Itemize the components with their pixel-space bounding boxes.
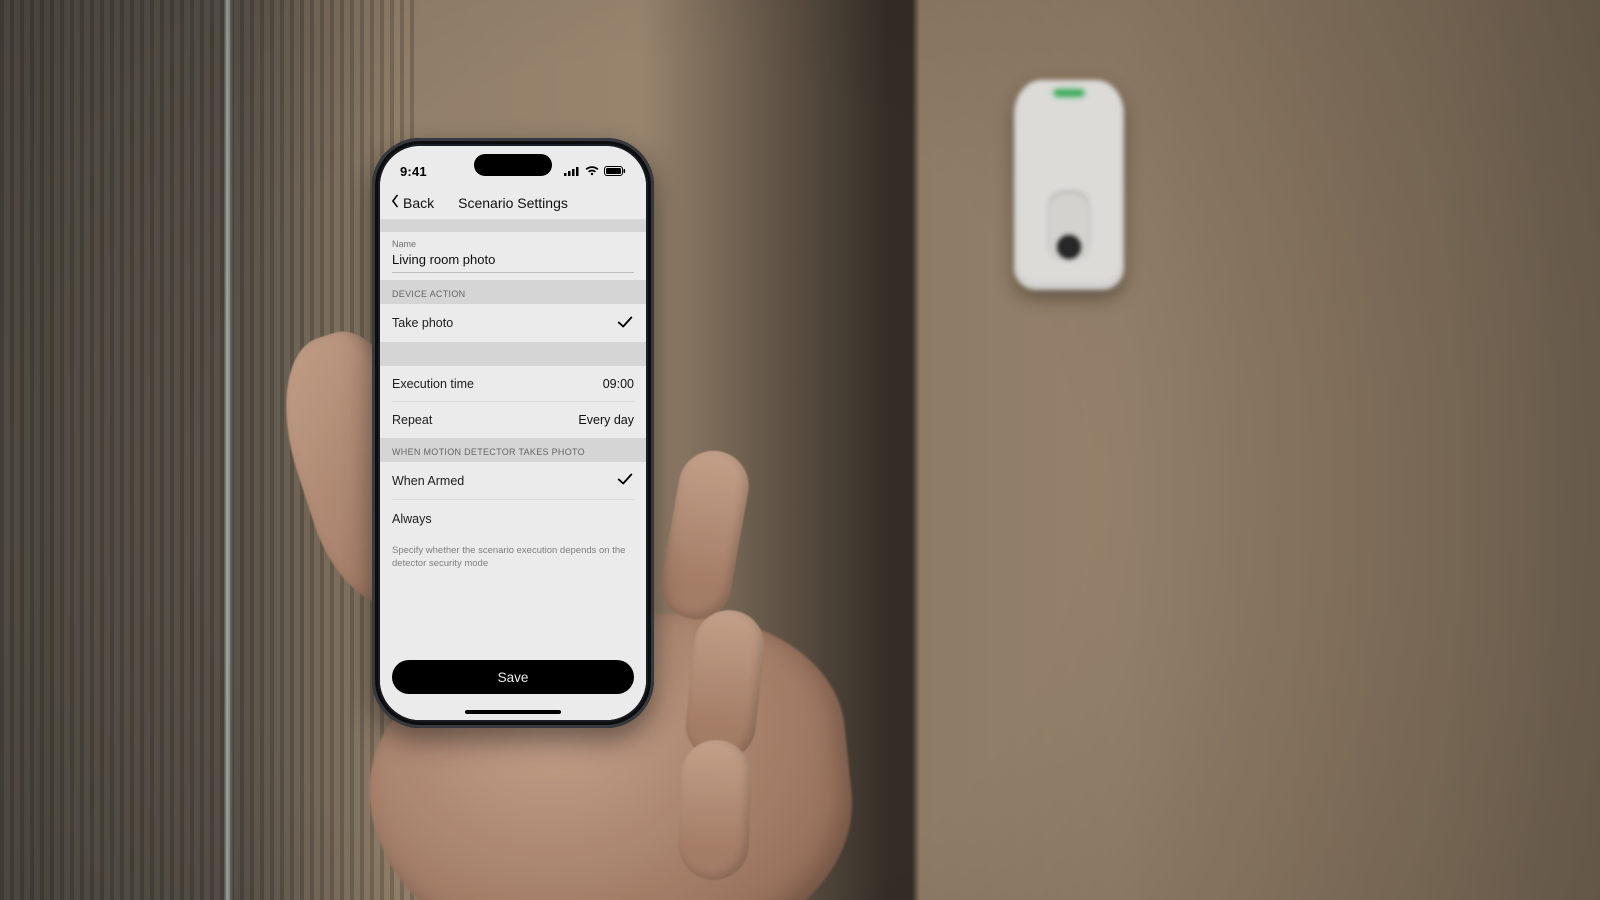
schedule-card: Execution time 09:00 Repeat Every day [380,366,646,438]
device-action-options: Take photo [380,304,646,342]
back-button[interactable]: Back [380,194,434,211]
dynamic-island [474,154,552,176]
back-label: Back [403,195,434,211]
execution-time-label: Execution time [392,377,474,391]
device-action-header: DEVICE ACTION [380,280,646,304]
photo-mode-footnote: Specify whether the scenario execution d… [380,538,646,579]
option-label: Always [392,512,432,526]
save-button[interactable]: Save [392,660,634,694]
motion-sensor-device [1014,80,1124,290]
name-field-label: Name [392,239,634,249]
nav-header: Back Scenario Settings [380,186,646,220]
option-label: Take photo [392,316,453,330]
name-input[interactable] [392,252,634,273]
option-always[interactable]: Always [392,500,634,538]
photo-mode-header: WHEN MOTION DETECTOR TAKES PHOTO [380,438,646,462]
cellular-icon [564,166,580,176]
wifi-icon [585,166,599,176]
option-label: When Armed [392,474,464,488]
phone-screen: 9:41 [380,146,646,720]
status-time: 9:41 [400,164,427,179]
phone: 9:41 [372,138,654,728]
status-icons [564,166,626,176]
option-when-armed[interactable]: When Armed [392,462,634,500]
check-icon [616,470,634,491]
chevron-left-icon [388,194,402,211]
save-area: Save [380,648,646,706]
execution-time-value: 09:00 [603,377,634,391]
repeat-value: Every day [578,413,634,427]
photo-mode-options: When Armed Always [380,462,646,538]
option-take-photo[interactable]: Take photo [392,304,634,342]
battery-icon [604,166,626,176]
name-field-card: Name [380,232,646,280]
execution-time-row[interactable]: Execution time 09:00 [392,366,634,402]
background-scene: 9:41 [0,0,1600,900]
home-indicator [465,710,561,714]
repeat-row[interactable]: Repeat Every day [392,402,634,438]
check-icon [616,313,634,334]
repeat-label: Repeat [392,413,432,427]
vignette [0,0,1600,900]
settings-body: Name DEVICE ACTION Take photo [380,220,646,720]
